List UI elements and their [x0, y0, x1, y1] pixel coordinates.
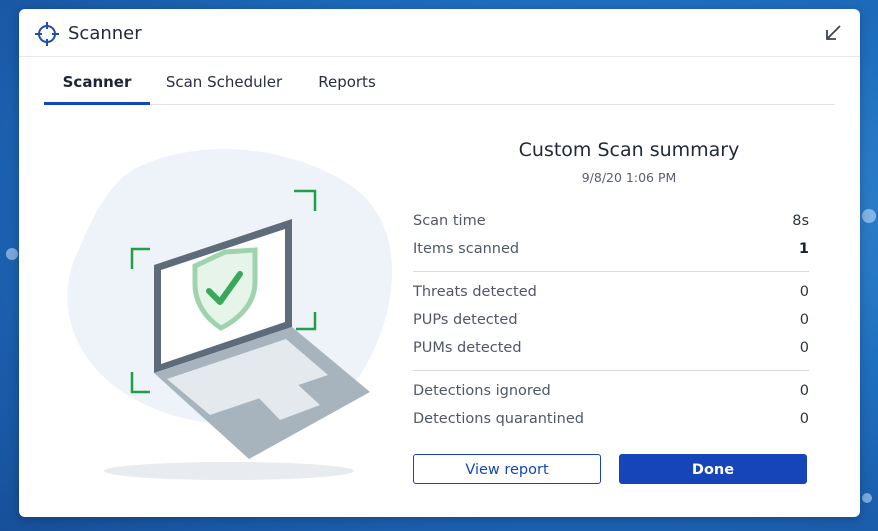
tab-scan-scheduler[interactable]: Scan Scheduler: [164, 57, 284, 104]
tab-scanner[interactable]: Scanner: [44, 57, 150, 105]
stat-row-threats-detected: Threats detected 0: [413, 284, 809, 306]
stat-label: Threats detected: [413, 284, 537, 300]
summary-title: Custom Scan summary: [518, 139, 740, 161]
stat-label: PUPs detected: [413, 312, 518, 328]
divider: [413, 370, 809, 371]
stat-label: PUMs detected: [413, 340, 522, 356]
view-report-button[interactable]: View report: [413, 454, 601, 484]
background-dot: [862, 209, 876, 223]
collapse-arrow-icon[interactable]: [822, 22, 844, 44]
tab-bar: Scanner Scan Scheduler Reports: [44, 57, 835, 105]
background-dot: [862, 493, 872, 503]
scanner-window: Scanner Scanner Scan Scheduler Reports C…: [19, 9, 860, 517]
background-dot: [6, 248, 18, 260]
stat-label: Detections ignored: [413, 383, 551, 399]
stat-row-detections-quarantined: Detections quarantined 0: [413, 411, 809, 433]
stat-value: 0: [799, 312, 809, 328]
tab-reports[interactable]: Reports: [312, 57, 382, 104]
crosshair-icon: [35, 22, 59, 46]
stat-row-scan-time: Scan time 8s: [413, 213, 809, 235]
stat-label: Detections quarantined: [413, 411, 584, 427]
window-title: Scanner: [68, 23, 142, 44]
stat-label: Scan time: [413, 213, 486, 229]
stat-value: 1: [798, 241, 809, 257]
laptop-with-shield-check-icon: [67, 149, 393, 480]
stat-row-pums-detected: PUMs detected 0: [413, 340, 809, 362]
stat-value: 0: [799, 340, 809, 356]
title-bar: Scanner: [19, 9, 860, 57]
stat-value: 0: [799, 383, 809, 399]
stat-row-pups-detected: PUPs detected 0: [413, 312, 809, 334]
divider: [413, 271, 809, 272]
stat-label: Items scanned: [413, 241, 520, 257]
stat-value: 8s: [792, 213, 809, 229]
stat-value: 0: [799, 411, 809, 427]
stat-row-detections-ignored: Detections ignored 0: [413, 383, 809, 405]
stat-row-items-scanned: Items scanned 1: [413, 241, 809, 263]
summary-date: 9/8/20 1:06 PM: [581, 170, 677, 185]
stat-value: 0: [799, 284, 809, 300]
done-button[interactable]: Done: [619, 454, 807, 484]
